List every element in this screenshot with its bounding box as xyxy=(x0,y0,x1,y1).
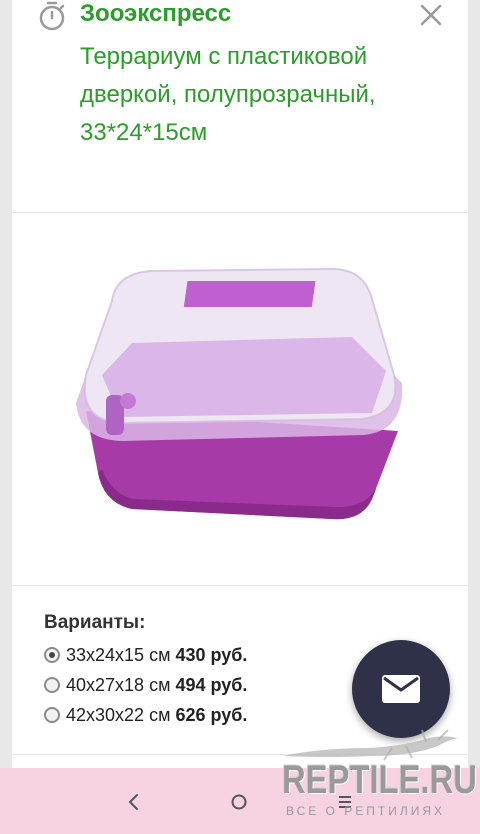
product-image-area xyxy=(12,213,468,586)
mail-icon xyxy=(382,675,420,703)
radio-icon[interactable] xyxy=(44,677,60,693)
variants-label: Варианты: xyxy=(44,612,146,633)
variant-price: 430 руб. xyxy=(175,644,248,665)
product-header: Зооэкспресс Террариум с пластиковой двер… xyxy=(12,0,468,213)
product-title: Террариум с пластиковой дверкой, полупро… xyxy=(80,43,376,146)
watermark: REPTILE.RU ВСЕ О РЕПТИЛИЯХ xyxy=(272,724,480,820)
store-name[interactable]: Зооэкспресс xyxy=(80,0,231,28)
home-icon[interactable] xyxy=(227,790,251,814)
variant-size: 40x27x18 см xyxy=(66,674,171,695)
variant-size: 42x30x22 см xyxy=(66,704,171,725)
variant-price: 626 руб. xyxy=(175,704,248,725)
variant-price: 494 руб. xyxy=(175,674,248,695)
radio-selected-icon[interactable] xyxy=(44,647,60,663)
variant-size: 33x24x15 см xyxy=(66,644,171,665)
watermark-logo: REPTILE.RU xyxy=(282,758,477,802)
back-icon[interactable] xyxy=(122,790,146,814)
terrarium-image[interactable] xyxy=(72,263,412,533)
radio-icon[interactable] xyxy=(44,707,60,723)
stopwatch-icon xyxy=(39,1,65,31)
close-icon[interactable] xyxy=(418,2,444,28)
watermark-tagline: ВСЕ О РЕПТИЛИЯХ xyxy=(286,804,446,818)
